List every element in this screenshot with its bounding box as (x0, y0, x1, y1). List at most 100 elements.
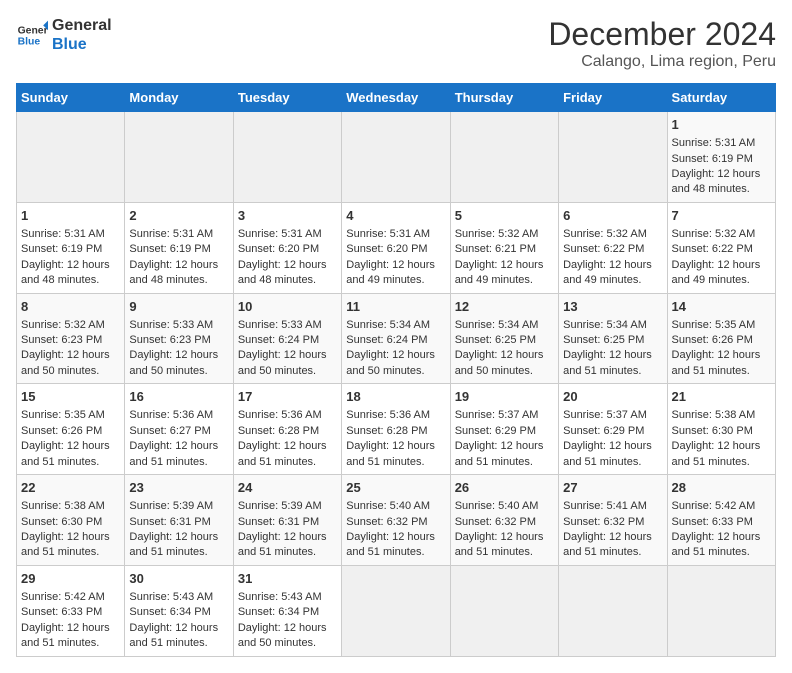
day-number: 2 (129, 207, 228, 225)
sunrise: Sunrise: 5:37 AM (563, 409, 647, 421)
sunset: Sunset: 6:23 PM (21, 334, 102, 346)
calendar-cell: 15Sunrise: 5:35 AMSunset: 6:26 PMDayligh… (17, 384, 125, 475)
day-number: 20 (563, 388, 662, 406)
day-number: 1 (21, 207, 120, 225)
daylight: Daylight: 12 hours and 48 minutes. (238, 259, 327, 286)
sunrise: Sunrise: 5:34 AM (563, 319, 647, 331)
daylight: Daylight: 12 hours and 50 minutes. (238, 622, 327, 649)
daylight: Daylight: 12 hours and 51 minutes. (672, 349, 761, 376)
calendar-cell (233, 112, 341, 203)
calendar-cell: 29Sunrise: 5:42 AMSunset: 6:33 PMDayligh… (17, 565, 125, 656)
daylight: Daylight: 12 hours and 51 minutes. (129, 622, 218, 649)
header-sunday: Sunday (17, 84, 125, 112)
sunset: Sunset: 6:20 PM (346, 243, 427, 255)
week-row-3: 8Sunrise: 5:32 AMSunset: 6:23 PMDaylight… (17, 293, 776, 384)
daylight: Daylight: 12 hours and 50 minutes. (238, 349, 327, 376)
sunrise: Sunrise: 5:36 AM (238, 409, 322, 421)
sunrise: Sunrise: 5:33 AM (129, 319, 213, 331)
daylight: Daylight: 12 hours and 49 minutes. (455, 259, 544, 286)
sunset: Sunset: 6:29 PM (455, 425, 536, 437)
logo-general: General (52, 16, 112, 35)
day-number: 19 (455, 388, 554, 406)
daylight: Daylight: 12 hours and 51 minutes. (129, 440, 218, 467)
daylight: Daylight: 12 hours and 51 minutes. (672, 531, 761, 558)
sunset: Sunset: 6:31 PM (238, 516, 319, 528)
sunrise: Sunrise: 5:32 AM (563, 228, 647, 240)
daylight: Daylight: 12 hours and 48 minutes. (21, 259, 110, 286)
daylight: Daylight: 12 hours and 51 minutes. (563, 349, 652, 376)
daylight: Daylight: 12 hours and 48 minutes. (672, 168, 761, 195)
day-number: 6 (563, 207, 662, 225)
daylight: Daylight: 12 hours and 48 minutes. (129, 259, 218, 286)
calendar-cell: 25Sunrise: 5:40 AMSunset: 6:32 PMDayligh… (342, 475, 450, 566)
sunrise: Sunrise: 5:32 AM (455, 228, 539, 240)
sunrise: Sunrise: 5:34 AM (346, 319, 430, 331)
calendar-cell (342, 112, 450, 203)
daylight: Daylight: 12 hours and 49 minutes. (346, 259, 435, 286)
calendar-cell (559, 112, 667, 203)
day-number: 29 (21, 570, 120, 588)
sunset: Sunset: 6:28 PM (238, 425, 319, 437)
calendar-cell (125, 112, 233, 203)
day-number: 5 (455, 207, 554, 225)
sunrise: Sunrise: 5:31 AM (238, 228, 322, 240)
calendar-cell: 19 Sunrise: 5:37 AM Sunset: 6:29 PM Dayligh… (450, 384, 558, 475)
day-number: 23 (129, 479, 228, 497)
svg-text:Blue: Blue (18, 37, 41, 48)
calendar-cell (559, 565, 667, 656)
calendar-cell: 26Sunrise: 5:40 AMSunset: 6:32 PMDayligh… (450, 475, 558, 566)
sunrise: Sunrise: 5:42 AM (672, 500, 756, 512)
day-number: 13 (563, 298, 662, 316)
day-number: 8 (21, 298, 120, 316)
daylight: Daylight: 12 hours and 51 minutes. (129, 531, 218, 558)
calendar-cell: 11Sunrise: 5:34 AMSunset: 6:24 PMDayligh… (342, 293, 450, 384)
title-area: December 2024 Calango, Lima region, Peru (548, 16, 776, 71)
sunset: Sunset: 6:29 PM (563, 425, 644, 437)
sunset: Sunset: 6:30 PM (672, 425, 753, 437)
sunset: Sunset: 6:32 PM (346, 516, 427, 528)
sunset: Sunset: 6:28 PM (346, 425, 427, 437)
sunrise: Sunrise: 5:37 AM (455, 409, 539, 421)
sunset: Sunset: 6:25 PM (563, 334, 644, 346)
calendar-cell: 24Sunrise: 5:39 AMSunset: 6:31 PMDayligh… (233, 475, 341, 566)
calendar-cell: 12Sunrise: 5:34 AMSunset: 6:25 PMDayligh… (450, 293, 558, 384)
header-saturday: Saturday (667, 84, 775, 112)
header-row: SundayMondayTuesdayWednesdayThursdayFrid… (17, 84, 776, 112)
logo-icon: General Blue (16, 19, 48, 51)
calendar-cell: 4Sunrise: 5:31 AMSunset: 6:20 PMDaylight… (342, 202, 450, 293)
sunrise: Sunrise: 5:36 AM (129, 409, 213, 421)
sunset: Sunset: 6:27 PM (129, 425, 210, 437)
daylight: Daylight: 12 hours and 51 minutes. (563, 440, 652, 467)
daylight: Daylight: 12 hours and 51 minutes. (455, 440, 544, 467)
sunrise: Sunrise: 5:35 AM (672, 319, 756, 331)
sunrise: Sunrise: 5:40 AM (346, 500, 430, 512)
week-row-4: 15Sunrise: 5:35 AMSunset: 6:26 PMDayligh… (17, 384, 776, 475)
sunrise: Sunrise: 5:36 AM (346, 409, 430, 421)
page-title: December 2024 (548, 16, 776, 53)
daylight: Daylight: 12 hours and 51 minutes. (21, 622, 110, 649)
page-subtitle: Calango, Lima region, Peru (548, 53, 776, 71)
calendar-cell: 14Sunrise: 5:35 AMSunset: 6:26 PMDayligh… (667, 293, 775, 384)
calendar-cell: 30Sunrise: 5:43 AMSunset: 6:34 PMDayligh… (125, 565, 233, 656)
logo-blue: Blue (52, 35, 112, 54)
page-header: General Blue General Blue December 2024 … (16, 16, 776, 71)
day-number: 1 (672, 116, 771, 134)
svg-text:General: General (18, 26, 48, 37)
day-number: 27 (563, 479, 662, 497)
calendar-cell: 18Sunrise: 5:36 AMSunset: 6:28 PMDayligh… (342, 384, 450, 475)
daylight: Daylight: 12 hours and 51 minutes. (238, 440, 327, 467)
sunset: Sunset: 6:22 PM (672, 243, 753, 255)
calendar-cell (450, 112, 558, 203)
day-number: 7 (672, 207, 771, 225)
calendar-cell: 6Sunrise: 5:32 AMSunset: 6:22 PMDaylight… (559, 202, 667, 293)
week-row-1: 1Sunrise: 5:31 AMSunset: 6:19 PMDaylight… (17, 112, 776, 203)
sunset: Sunset: 6:30 PM (21, 516, 102, 528)
calendar-cell: 10Sunrise: 5:33 AMSunset: 6:24 PMDayligh… (233, 293, 341, 384)
calendar-cell: 17Sunrise: 5:36 AMSunset: 6:28 PMDayligh… (233, 384, 341, 475)
day-number: 11 (346, 298, 445, 316)
daylight: Daylight: 12 hours and 50 minutes. (129, 349, 218, 376)
daylight: Daylight: 12 hours and 51 minutes. (455, 531, 544, 558)
day-number: 16 (129, 388, 228, 406)
sunset: Sunset: 6:21 PM (455, 243, 536, 255)
header-friday: Friday (559, 84, 667, 112)
